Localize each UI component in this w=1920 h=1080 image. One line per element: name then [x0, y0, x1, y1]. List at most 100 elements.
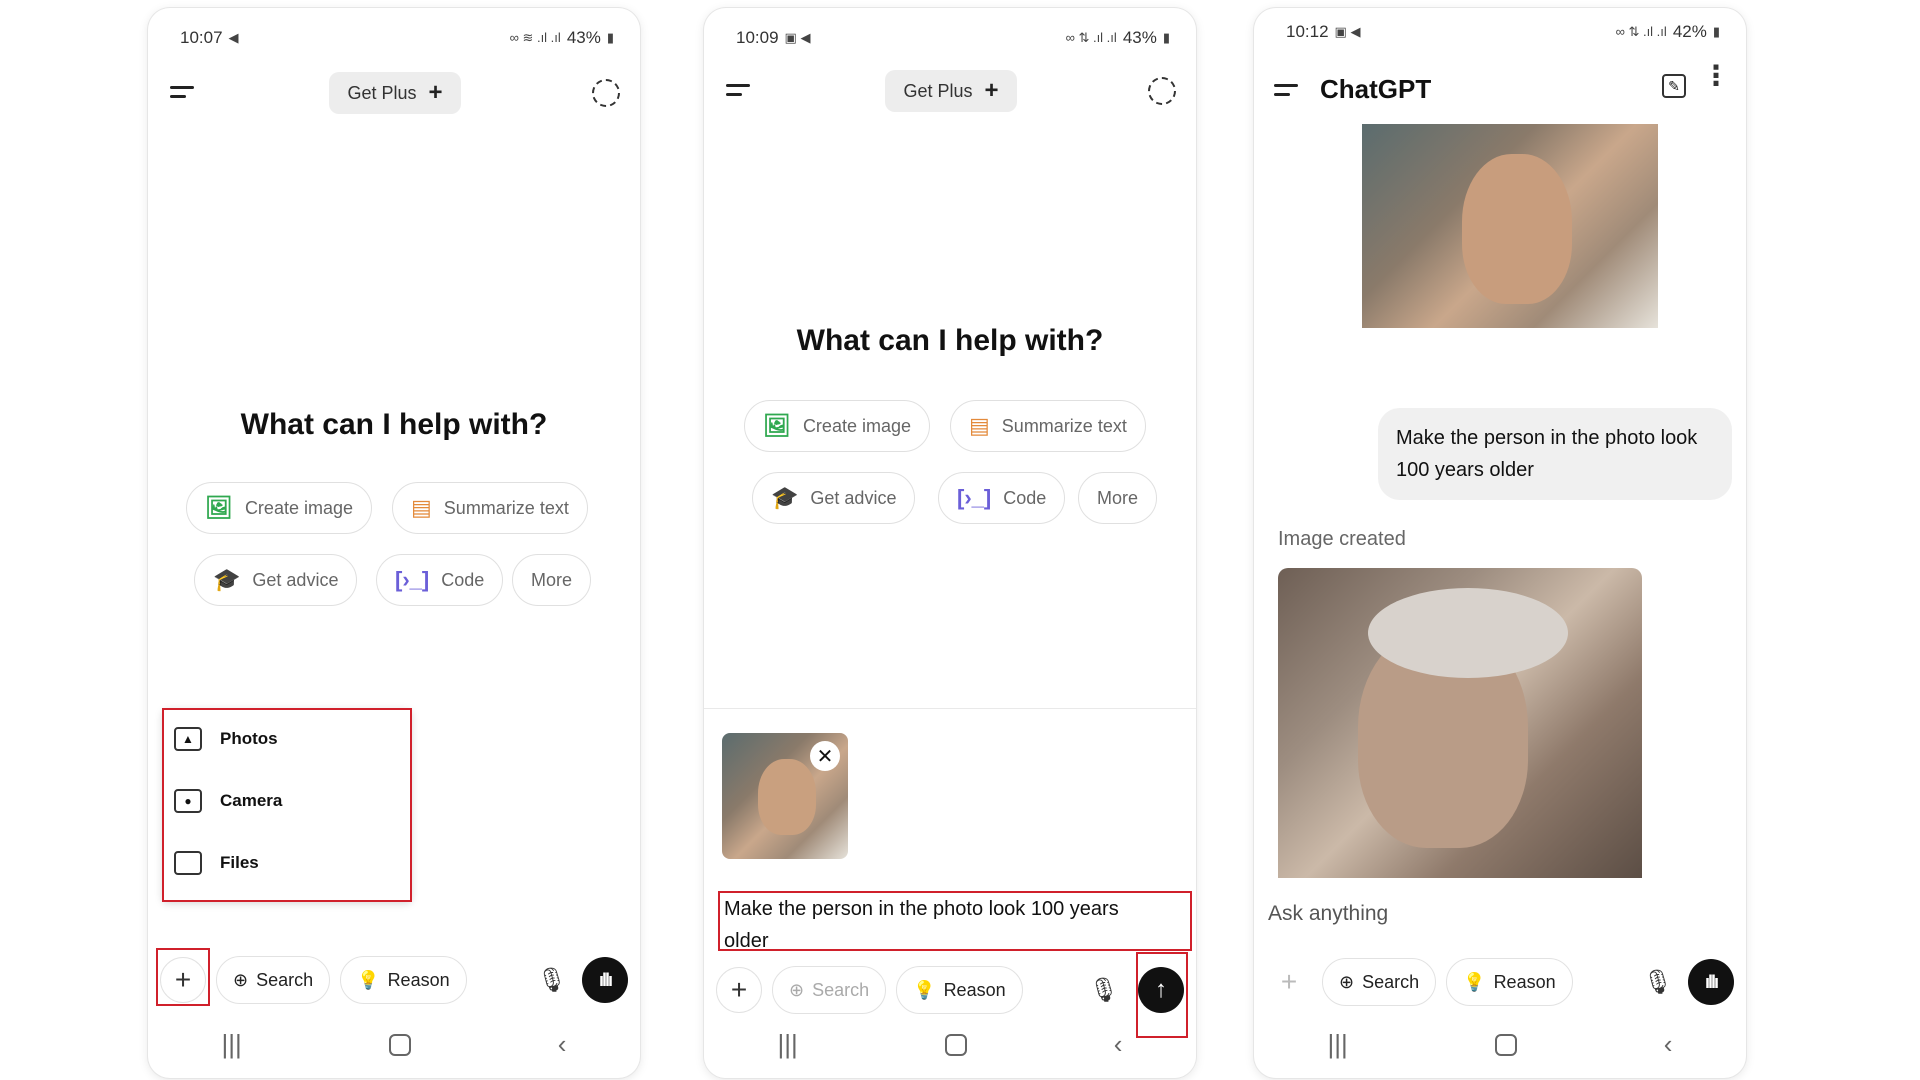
recents-icon[interactable]: |||	[1328, 1029, 1348, 1060]
gallery-icon: ▣ ◀	[784, 30, 811, 45]
chip-code[interactable]: [›_] Code	[938, 472, 1066, 524]
microphone-icon[interactable]: 🎙	[1636, 960, 1680, 1004]
home-icon[interactable]	[388, 1033, 411, 1056]
home-icon[interactable]	[944, 1033, 967, 1056]
chip-label: Summarize text	[443, 497, 569, 518]
status-time: 10:07	[180, 28, 223, 47]
chat-input[interactable]: Ask anything	[1268, 902, 1388, 926]
chip-label: Summarize text	[1001, 415, 1127, 436]
attached-photo-thumbnail[interactable]: ✕	[722, 733, 848, 859]
voice-mode-button[interactable]: ıllı	[582, 957, 628, 1003]
recents-icon[interactable]: |||	[778, 1029, 798, 1060]
face-shape	[758, 759, 816, 835]
chip-more[interactable]: More	[512, 554, 592, 606]
microphone-icon[interactable]: 🎙	[530, 958, 574, 1002]
get-plus-button[interactable]: Get Plus +	[329, 72, 461, 114]
reason-button[interactable]: 💡 Reason	[340, 956, 467, 1004]
reason-label: Reason	[1493, 971, 1556, 992]
new-chat-icon[interactable]: ✎	[1662, 74, 1686, 98]
remove-attachment-icon[interactable]: ✕	[810, 741, 840, 771]
gallery-icon: ▣ ◀	[1334, 24, 1361, 39]
voice-mode-button[interactable]: ıllı	[1688, 959, 1734, 1005]
battery-icon: ▮	[606, 30, 614, 45]
composer-actions: + ⊕ Search 💡 Reason 🎙 ıllı	[1266, 956, 1734, 1008]
highlight-box	[718, 891, 1192, 951]
chip-more[interactable]: More	[1078, 472, 1158, 524]
chip-get-advice[interactable]: 🎓 Get advice	[194, 554, 358, 606]
status-bar: 10:07 ◀ ∞ ≋ .ıl .ıl 43% ▮	[180, 26, 614, 50]
battery-level: 42%	[1672, 22, 1707, 41]
battery-level: 43%	[566, 28, 601, 47]
chip-summarize-text[interactable]: ▤ Summarize text	[392, 482, 588, 534]
top-bar: Get Plus +	[724, 68, 1176, 114]
back-icon[interactable]: ‹	[1664, 1029, 1673, 1060]
composer-actions: + ⊕ Search 💡 Reason 🎙 ıllı	[160, 954, 628, 1006]
more-options-icon[interactable]: ⋮	[1702, 62, 1730, 90]
globe-icon: ⊕	[789, 979, 805, 1000]
temporary-chat-icon[interactable]	[1147, 77, 1176, 105]
microphone-icon[interactable]: 🎙	[1082, 968, 1126, 1012]
composer-panel: ✕ Make the person in the photo look 100 …	[704, 708, 1196, 1078]
phone-screen-1: 10:07 ◀ ∞ ≋ .ıl .ıl 43% ▮ Get Plus + What ca…	[148, 8, 640, 1078]
composer-actions: + ⊕ Search 💡 Reason 🎙 ↑	[716, 964, 1184, 1016]
image-icon: 🖼	[763, 413, 791, 438]
android-nav-bar: ||| ‹	[148, 1029, 640, 1060]
graduation-cap-icon: 🎓	[771, 485, 799, 510]
home-icon[interactable]	[1494, 1033, 1517, 1056]
temporary-chat-icon[interactable]	[591, 79, 620, 107]
phone-screen-3: 10:12 ▣ ◀ ∞ ⇅ .ıl .ıl 42% ▮ ChatGPT ✎ ⋮ Mak…	[1254, 8, 1746, 1078]
status-bar: 10:12 ▣ ◀ ∞ ⇅ .ıl .ıl 42% ▮	[1286, 20, 1720, 44]
user-message-text: Make the person in the photo look 100 ye…	[1396, 427, 1698, 481]
highlight-box	[1136, 952, 1188, 1038]
chip-create-image[interactable]: 🖼 Create image	[744, 400, 930, 452]
generated-image[interactable]	[1278, 568, 1642, 878]
plus-icon: +	[428, 79, 443, 106]
signal-icon: ∞ ≋ .ıl .ıl	[509, 30, 561, 45]
image-icon: 🖼	[205, 495, 233, 520]
globe-icon: ⊕	[233, 969, 249, 990]
uploaded-photo[interactable]	[1362, 124, 1658, 328]
search-button[interactable]: ⊕ Search	[1322, 958, 1437, 1006]
page-title: What can I help with?	[796, 324, 1104, 357]
signal-icon: ∞ ⇅ .ıl .ıl	[1615, 24, 1667, 39]
top-bar: Get Plus +	[168, 70, 620, 116]
menu-icon[interactable]	[1272, 80, 1302, 102]
top-bar: ChatGPT ✎ ⋮	[1254, 62, 1746, 112]
signal-icon: ∞ ⇅ .ıl .ıl	[1065, 30, 1117, 45]
lightbulb-icon: 💡	[913, 979, 936, 1000]
reason-button[interactable]: 💡 Reason	[1446, 958, 1573, 1006]
search-button[interactable]: ⊕ Search	[216, 956, 331, 1004]
attach-button[interactable]: +	[1266, 959, 1312, 1005]
chip-create-image[interactable]: 🖼 Create image	[186, 482, 372, 534]
chip-label: Get advice	[810, 487, 897, 508]
hair-shape	[1368, 588, 1568, 678]
chip-label: Code	[441, 569, 485, 590]
search-label: Search	[1362, 971, 1420, 992]
get-plus-button[interactable]: Get Plus +	[885, 70, 1017, 112]
face-shape	[1462, 154, 1572, 304]
search-label: Search	[256, 969, 314, 990]
menu-icon[interactable]	[724, 80, 754, 102]
status-time: 10:09	[736, 28, 779, 47]
chip-label: More	[531, 569, 573, 590]
globe-icon: ⊕	[1339, 971, 1355, 992]
chip-label: Code	[1003, 487, 1047, 508]
image-created-label: Image created	[1278, 528, 1406, 550]
chip-code[interactable]: [›_] Code	[376, 554, 504, 606]
get-plus-label: Get Plus	[347, 82, 417, 103]
document-icon: ▤	[411, 495, 432, 520]
chip-get-advice[interactable]: 🎓 Get advice	[752, 472, 916, 524]
menu-icon[interactable]	[168, 82, 198, 104]
back-icon[interactable]: ‹	[558, 1029, 567, 1060]
reason-button[interactable]: 💡 Reason	[896, 966, 1023, 1014]
recents-icon[interactable]: |||	[222, 1029, 242, 1060]
back-icon[interactable]: ‹	[1114, 1029, 1123, 1060]
chip-label: Create image	[244, 497, 353, 518]
attach-button[interactable]: +	[716, 967, 762, 1013]
chip-label: Create image	[802, 415, 911, 436]
page-title: What can I help with?	[240, 408, 548, 441]
reason-label: Reason	[943, 979, 1006, 1000]
plus-icon: +	[984, 77, 999, 104]
chip-summarize-text[interactable]: ▤ Summarize text	[950, 400, 1146, 452]
search-button[interactable]: ⊕ Search	[772, 966, 887, 1014]
